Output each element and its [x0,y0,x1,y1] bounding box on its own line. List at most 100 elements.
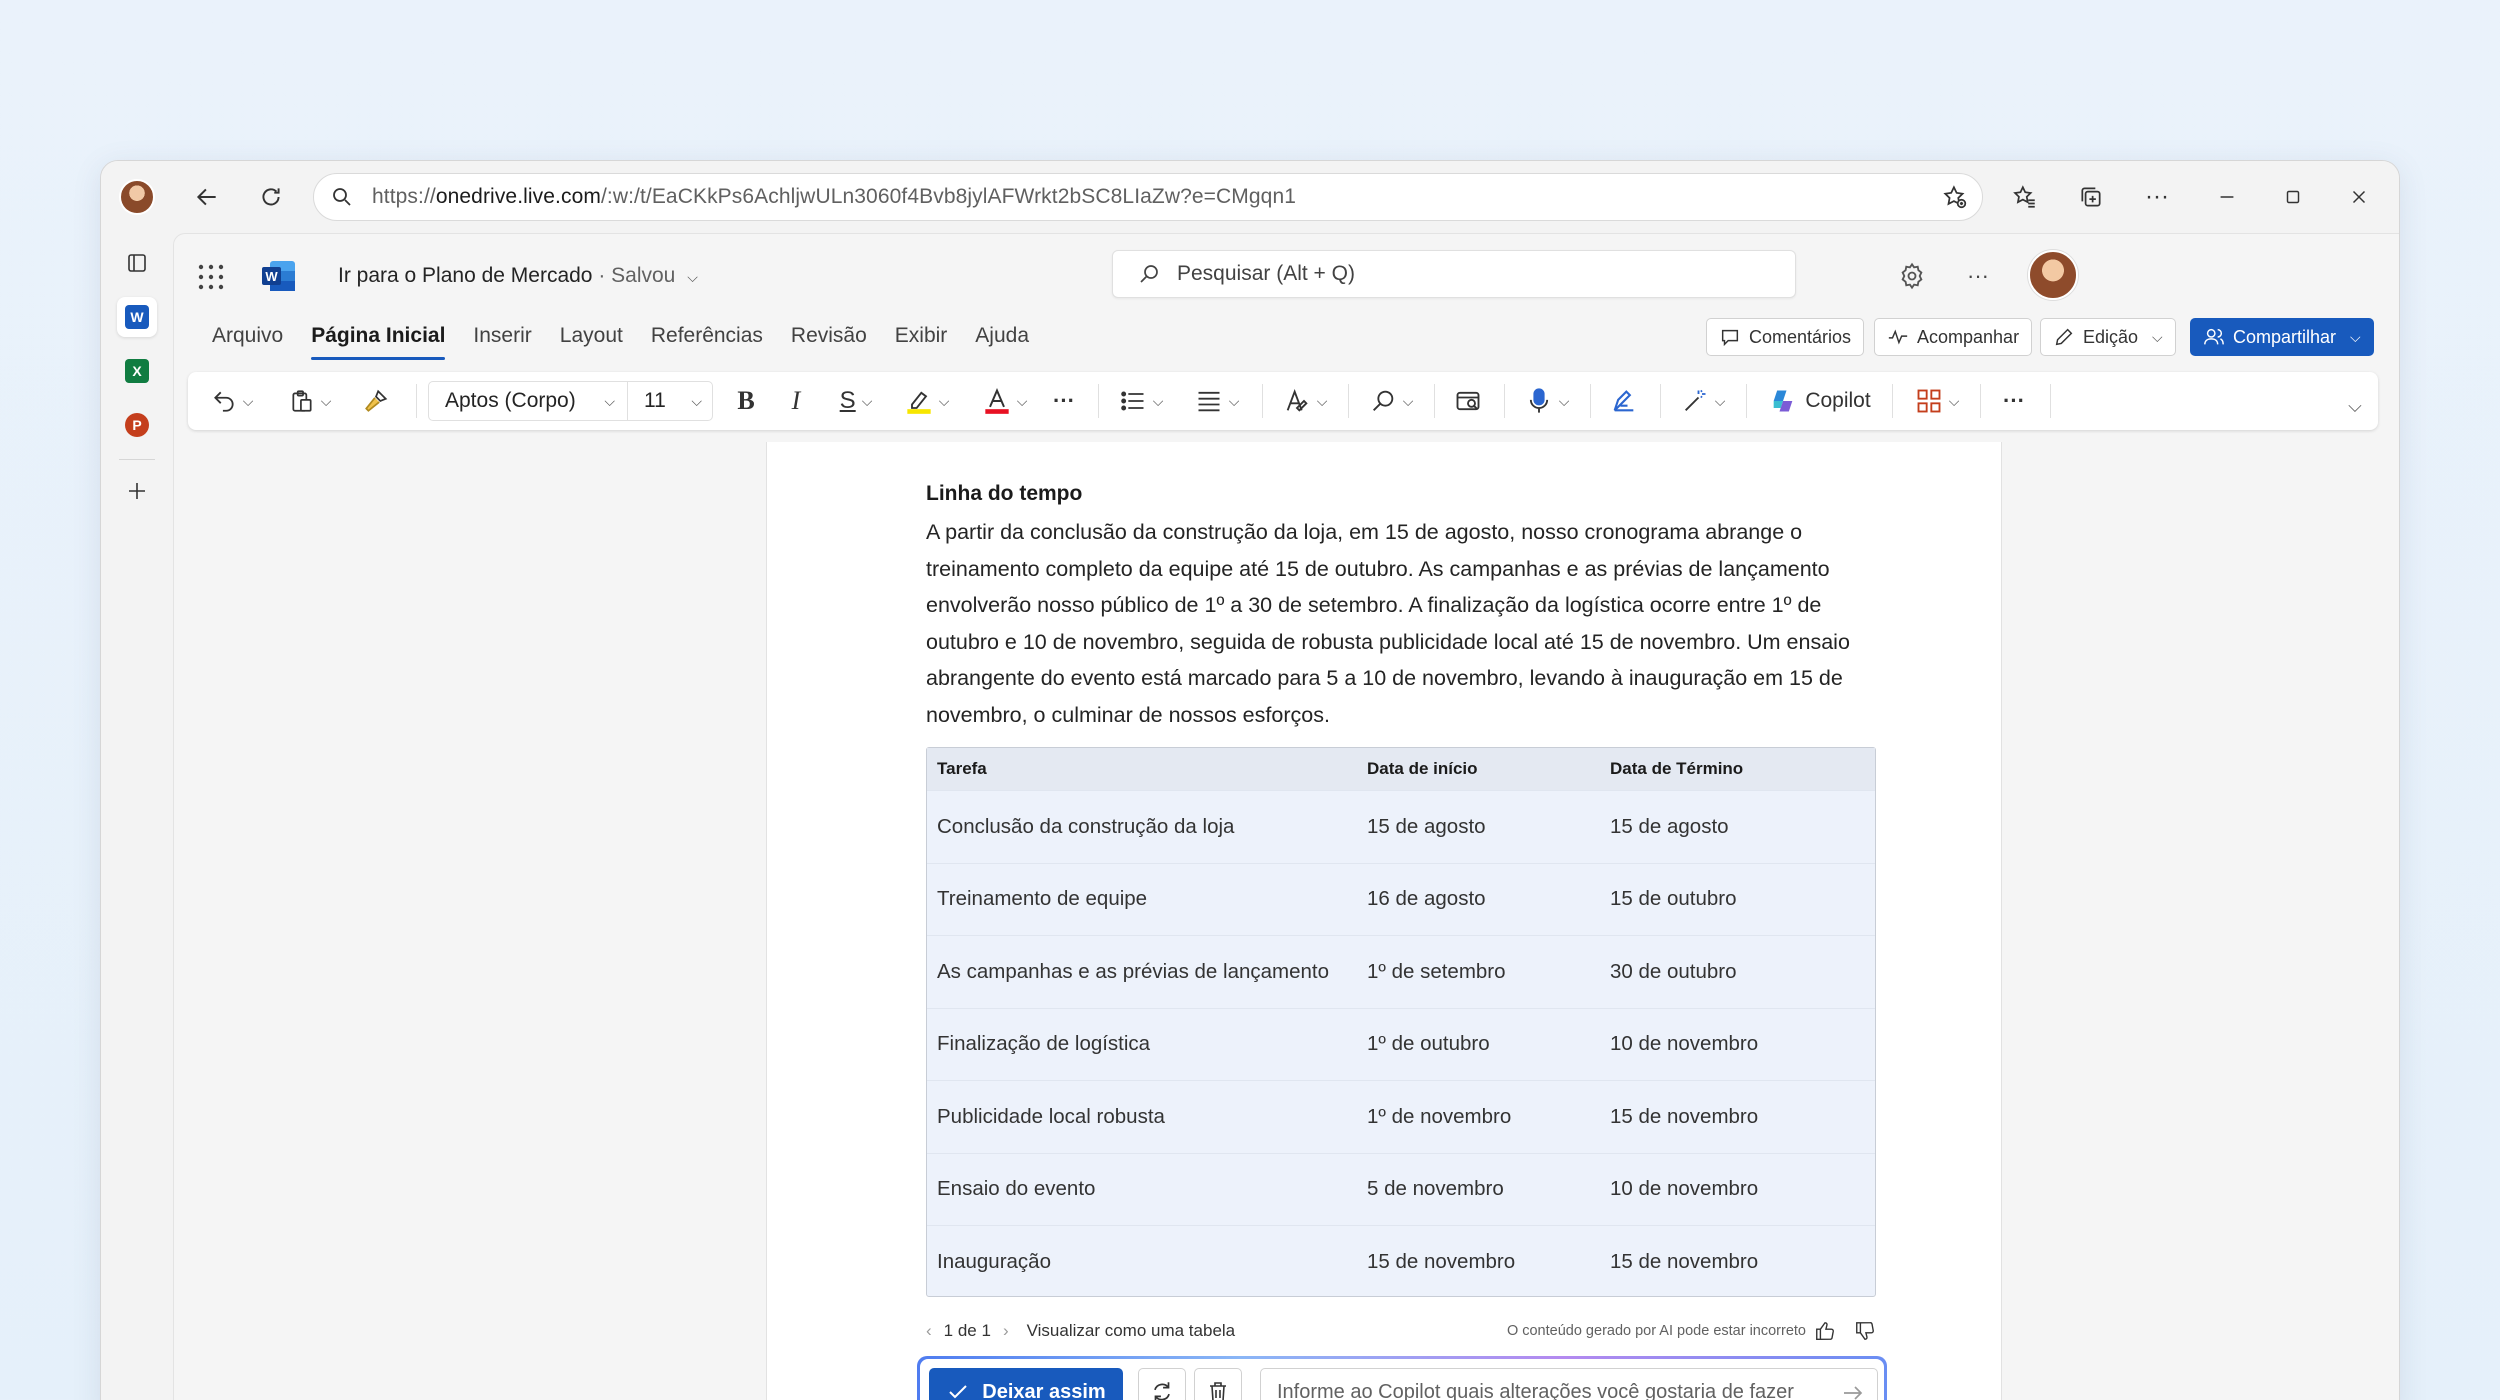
italic-icon[interactable]: I [776,381,816,421]
editing-mode-button[interactable]: Edição ⌵ [2040,318,2176,356]
keep-it-button[interactable]: Deixar assim [929,1368,1123,1400]
pager-count: 1 de 1 [943,1321,991,1340]
font-size-select[interactable]: 11 ⌵ [627,381,713,421]
favorites-icon[interactable] [2003,175,2047,219]
highlight-color-icon[interactable]: ⌵ [896,381,958,421]
table-row: As campanhas e as prévias de lançamento … [927,935,1875,1008]
minimize-icon[interactable] [2205,175,2249,219]
browser-more-icon[interactable]: ··· [2135,175,2179,219]
app-launcher-icon[interactable] [196,262,226,292]
strikethrough-icon[interactable]: S ⌵ [826,381,886,421]
format-painter-icon[interactable] [356,381,396,421]
pencil-icon [2055,328,2073,346]
document-page[interactable]: Linha do tempo A partir da conclusão da … [766,442,2002,1400]
copilot-prompt-input[interactable]: Informe ao Copilot quais alterações você… [1260,1368,1878,1400]
comments-button[interactable]: Comentários [1706,318,1865,356]
paste-icon[interactable]: ⌵ [280,381,340,421]
checkmark-icon [949,1385,967,1399]
sidebar-divider [119,459,155,460]
excel-app-icon[interactable]: X [117,351,157,391]
copilot-button[interactable]: Copilot [1760,381,1880,421]
reuse-files-icon[interactable] [1446,381,1490,421]
chevron-down-icon: ⌵ [2152,328,2163,345]
styles-icon[interactable]: ⌵ [1274,381,1336,421]
url-text: https://onedrive.live.com/:w:/t/EaCKkPs6… [372,185,1296,209]
settings-gear-icon[interactable] [1894,258,1930,294]
previous-chevron-icon[interactable]: ‹ [926,1321,932,1341]
next-chevron-icon[interactable]: › [1003,1321,1009,1341]
header-start-date: Data de início [1367,759,1478,778]
thumbs-up-icon[interactable] [1814,1320,1836,1342]
cell-end: 15 de novembro [1610,1249,1759,1273]
word-app-icon[interactable]: W [117,297,157,337]
toolbar-separator [1660,384,1661,418]
user-avatar[interactable] [2028,250,2078,300]
tab-revisao[interactable]: Revisão [777,318,881,358]
cell-start: 15 de agosto [1367,814,1486,838]
more-font-options-icon[interactable]: ··· [1044,381,1084,421]
document-title[interactable]: Ir para o Plano de Mercado · Salvou ⌵ [338,264,698,288]
add-icon[interactable] [117,471,157,511]
tab-exibir[interactable]: Exibir [881,318,962,358]
table-row: Treinamento de equipe 16 de agosto 15 de… [927,862,1875,936]
add-favorite-icon[interactable] [1942,184,1968,215]
search-icon [333,188,351,206]
bold-icon[interactable]: B [726,381,766,421]
cell-task: Inauguração [937,1249,1051,1273]
more-options-icon[interactable]: ··· [1960,258,1996,294]
tab-inserir[interactable]: Inserir [459,318,545,358]
follow-label: Acompanhar [1917,326,2020,347]
toolbar-separator [1980,384,1981,418]
view-as-table-link[interactable]: Visualizar como uma tabela [1027,1321,1236,1341]
collections-icon[interactable] [2069,175,2113,219]
tab-pagina-inicial[interactable]: Página Inicial [297,318,459,360]
refresh-icon[interactable] [249,175,293,219]
search-box[interactable]: Pesquisar (Alt + Q) [1112,250,1796,298]
tab-arquivo[interactable]: Arquivo [198,318,297,358]
toolbar-separator [2050,384,2051,418]
add-ins-grid-icon[interactable]: ⌵ [1906,381,1968,421]
tab-layout[interactable]: Layout [546,318,637,358]
thumbs-down-icon[interactable] [1854,1320,1876,1342]
close-icon[interactable] [2337,175,2381,219]
tab-ajuda[interactable]: Ajuda [961,318,1043,358]
expand-ribbon-chevron-icon[interactable]: ⌵ [2334,386,2370,426]
undo-icon[interactable]: ⌵ [202,381,262,421]
powerpoint-app-icon[interactable]: P [117,405,157,445]
copilot-action-bar: Deixar assim Informe ao Copilot quais al… [917,1356,1887,1400]
more-toolbar-options-icon[interactable]: ··· [1994,381,2034,421]
tab-actions-icon[interactable] [117,243,157,283]
find-icon[interactable]: ⌵ [1360,381,1422,421]
prompt-placeholder: Informe ao Copilot quais alterações você… [1277,1380,1794,1400]
profile-avatar[interactable] [119,179,155,215]
font-name-select[interactable]: Aptos (Corpo) ⌵ [428,381,628,421]
font-color-icon[interactable]: ⌵ [974,381,1036,421]
word-logo-icon: W [262,260,296,292]
tab-referencias[interactable]: Referências [637,318,777,358]
share-button[interactable]: Compartilhar ⌵ [2190,318,2374,356]
editor-icon[interactable] [1602,381,1646,421]
bullets-icon[interactable]: ⌵ [1110,381,1172,421]
follow-button[interactable]: Acompanhar [1874,318,2033,356]
align-icon[interactable]: ⌵ [1186,381,1248,421]
url-domain: onedrive.live.com [435,185,601,208]
regenerate-icon[interactable] [1138,1368,1186,1400]
chevron-down-icon: ⌵ [687,269,698,285]
chevron-down-icon: ⌵ [604,392,615,409]
send-arrow-icon[interactable] [1841,1381,1865,1400]
cell-end: 15 de outubro [1610,887,1737,911]
dictate-microphone-icon[interactable]: ⌵ [1516,381,1578,421]
ai-disclaimer: O conteúdo gerado por AI pode estar inco… [1506,1323,1806,1339]
copilot-label: Copilot [1805,389,1871,412]
delete-trash-icon[interactable] [1194,1368,1242,1400]
cell-end: 15 de agosto [1610,814,1729,838]
address-bar[interactable]: https://onedrive.live.com/:w:/t/EaCKkPs6… [313,173,1983,221]
maximize-icon[interactable] [2271,175,2315,219]
save-status: · Salvou [598,264,676,287]
document-content[interactable]: Linha do tempo A partir da conclusão da … [926,482,1886,733]
back-icon[interactable] [185,175,229,219]
timeline-table[interactable]: Tarefa Data de início Data de Término Co… [926,747,1876,1297]
toolbar-separator [1098,384,1099,418]
designer-wand-icon[interactable]: ⌵ [1672,381,1734,421]
comments-label: Comentários [1749,326,1852,347]
